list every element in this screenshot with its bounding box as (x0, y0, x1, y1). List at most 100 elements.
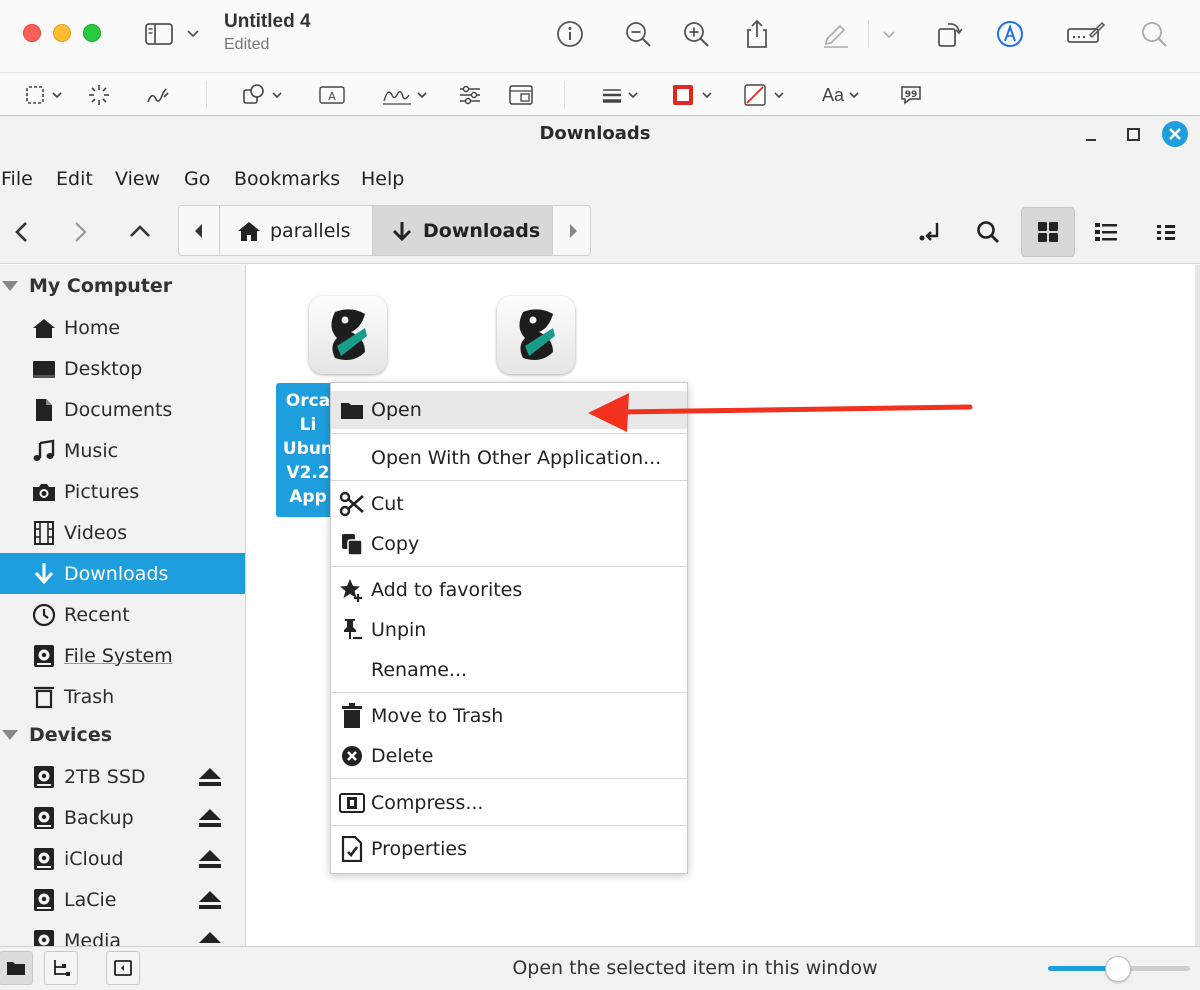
sidebar-item-media[interactable]: Media (0, 920, 245, 946)
breadcrumb-right-button[interactable] (552, 206, 590, 255)
search-button[interactable] (962, 207, 1014, 257)
line-style-button[interactable] (600, 83, 644, 107)
info-button[interactable] (554, 18, 586, 50)
text-style-button[interactable]: Aa (822, 83, 866, 107)
minimize-window-button[interactable] (53, 24, 71, 42)
signature-button[interactable] (381, 83, 431, 107)
highlight-button[interactable] (820, 18, 852, 50)
eject-icon[interactable] (198, 808, 222, 828)
drive-icon (32, 888, 56, 912)
eject-icon[interactable] (198, 767, 222, 787)
sidebar-item-file-system[interactable]: File System (0, 635, 245, 676)
up-button[interactable] (122, 214, 158, 250)
sidebar-toggle-button[interactable] (145, 22, 203, 46)
breadcrumb-label: Downloads (423, 219, 541, 242)
eject-icon[interactable] (198, 890, 222, 910)
text-tool-button[interactable]: A (318, 83, 346, 107)
instant-alpha-button[interactable] (86, 83, 112, 107)
zoom-window-button[interactable] (83, 24, 101, 42)
menu-item-rename[interactable]: Rename... (331, 651, 687, 689)
menu-edit[interactable]: Edit (56, 168, 93, 190)
close-window-button[interactable] (23, 24, 41, 42)
info-icon (557, 21, 583, 47)
menu-view[interactable]: View (115, 168, 160, 190)
close-button[interactable] (1161, 120, 1189, 148)
menu-bookmarks[interactable]: Bookmarks (234, 168, 340, 190)
rotate-button[interactable] (933, 18, 965, 50)
breadcrumb-downloads[interactable]: Downloads (372, 206, 552, 255)
document-icon (32, 398, 56, 422)
form-fill-button[interactable] (1066, 18, 1106, 50)
menu-separator (331, 566, 687, 567)
highlight-options-button[interactable] (873, 18, 905, 50)
note-button[interactable]: 99 (898, 83, 924, 107)
menu-item-unpin[interactable]: Unpin (331, 611, 687, 649)
list-view-button[interactable] (1080, 207, 1132, 257)
document-title[interactable]: Untitled 4 (224, 11, 311, 33)
page-layout-button[interactable] (507, 83, 535, 107)
share-button[interactable] (741, 18, 773, 50)
hide-sidebar-button[interactable] (106, 951, 140, 985)
zoom-slider-handle[interactable] (1104, 956, 1131, 982)
menu-help[interactable]: Help (361, 168, 404, 190)
sidebar-item-desktop[interactable]: Desktop (0, 348, 245, 389)
sidebar-item-icloud[interactable]: iCloud (0, 838, 245, 879)
search-button[interactable] (1138, 18, 1170, 50)
forward-button[interactable] (62, 214, 98, 250)
maximize-button[interactable] (1119, 120, 1147, 148)
sidebar-item-videos[interactable]: Videos (0, 512, 245, 553)
border-color-button[interactable] (672, 83, 718, 107)
zoom-in-button[interactable] (680, 18, 712, 50)
eject-icon[interactable] (198, 931, 222, 946)
menu-item-open-with[interactable]: Open With Other Application... (331, 439, 687, 477)
shapes-button[interactable] (242, 83, 286, 107)
orca-slicer-icon (519, 309, 555, 360)
sidebar-section-devices[interactable]: Devices (0, 717, 245, 753)
sidebar-item-pictures[interactable]: Pictures (0, 471, 245, 512)
sidebar-item-downloads[interactable]: Downloads (0, 553, 245, 594)
shapes-icon (243, 84, 282, 104)
toggle-location-button[interactable] (904, 207, 956, 257)
file-item-icon[interactable] (497, 296, 575, 374)
back-button[interactable] (4, 214, 40, 250)
folder-icon (7, 962, 25, 975)
show-places-button[interactable] (0, 951, 33, 985)
sidebar-section-my-computer[interactable]: My Computer (0, 268, 245, 304)
text-style-label: Aa (822, 84, 845, 105)
scrollbar[interactable] (1195, 265, 1200, 946)
sidebar-item-label: File System (64, 644, 173, 667)
menu-item-add-to-favorites[interactable]: Add to favorites (331, 571, 687, 609)
selection-tool-button[interactable] (24, 83, 68, 107)
menu-item-move-to-trash[interactable]: Move to Trash (331, 697, 687, 735)
sketch-button[interactable] (144, 83, 172, 107)
menu-item-delete[interactable]: Delete (331, 737, 687, 775)
icon-view-button[interactable] (1021, 207, 1075, 257)
markup-button[interactable] (994, 18, 1026, 50)
fill-color-button[interactable] (744, 83, 790, 107)
sidebar-item-lacie[interactable]: LaCie (0, 879, 245, 920)
eject-icon[interactable] (198, 849, 222, 869)
menu-file[interactable]: File (1, 168, 33, 190)
sidebar-item-2tb-ssd[interactable]: 2TB SSD (0, 756, 245, 797)
show-treeview-button[interactable] (44, 951, 78, 985)
breadcrumb-left-button[interactable] (179, 206, 219, 255)
compact-view-button[interactable] (1140, 207, 1192, 257)
zoom-out-button[interactable] (622, 18, 654, 50)
breadcrumb-parallels[interactable]: parallels (219, 206, 372, 255)
menu-item-compress[interactable]: Compress... (331, 784, 687, 822)
sidebar-item-home[interactable]: Home (0, 307, 245, 348)
menu-item-copy[interactable]: Copy (331, 525, 687, 563)
sidebar-item-trash[interactable]: Trash (0, 676, 245, 717)
file-item-icon[interactable] (309, 296, 387, 374)
sidebar-item-backup[interactable]: Backup (0, 797, 245, 838)
sidebar-item-recent[interactable]: Recent (0, 594, 245, 635)
menu-item-properties[interactable]: Properties (331, 830, 687, 868)
drive-icon (32, 765, 56, 789)
sidebar-item-music[interactable]: Music (0, 430, 245, 471)
sliders-icon (460, 85, 480, 105)
adjust-color-button[interactable] (457, 83, 483, 107)
menu-go[interactable]: Go (184, 168, 210, 190)
menu-item-cut[interactable]: Cut (331, 485, 687, 523)
sidebar-item-documents[interactable]: Documents (0, 389, 245, 430)
minimize-button[interactable] (1077, 120, 1105, 148)
